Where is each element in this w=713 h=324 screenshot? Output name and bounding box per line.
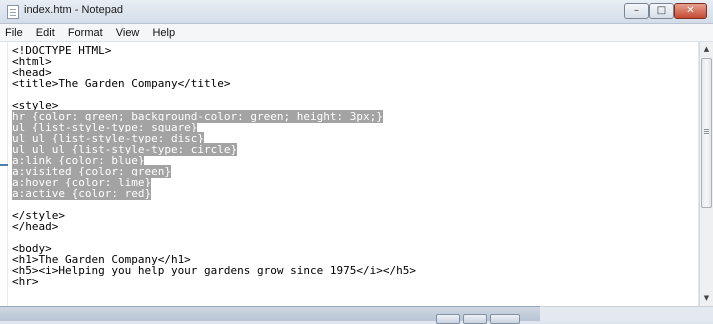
background-maximize-button[interactable] [463, 314, 487, 324]
pointer-line [0, 164, 8, 166]
notepad-window: index.htm - Notepad – □ ✕ File Edit Form… [0, 0, 713, 324]
line-text: <title>The Garden Company</title> [12, 77, 231, 90]
text-editor[interactable]: <!DOCTYPE HTML> <html> <head> <title>The Ga… [8, 42, 698, 306]
background-minimize-button[interactable] [436, 314, 460, 324]
code-line[interactable] [12, 199, 698, 210]
code-line[interactable] [12, 232, 698, 243]
scroll-thumb[interactable] [701, 58, 712, 208]
selected-text: a:active {color: red} [12, 187, 152, 200]
menu-format[interactable]: Format [63, 24, 108, 40]
window-title: index.htm - Notepad [24, 4, 124, 16]
title-bar[interactable]: index.htm - Notepad – □ ✕ [0, 0, 713, 24]
maximize-button[interactable]: □ [649, 3, 674, 19]
line-text: <hr> [12, 275, 39, 288]
vertical-scrollbar[interactable]: ▲ ▼ [699, 42, 713, 306]
code-line[interactable]: <h5><i>Helping you help your gardens gro… [12, 265, 698, 276]
menu-bar: File Edit Format View Help [0, 24, 713, 42]
left-edge [0, 42, 8, 306]
background-window-titlebar[interactable] [0, 306, 540, 324]
menu-view[interactable]: View [111, 24, 145, 40]
code-line[interactable]: </head> [12, 221, 698, 232]
scroll-up-arrow-icon[interactable]: ▲ [700, 43, 713, 56]
background-close-button[interactable] [490, 314, 520, 324]
grip-icon [704, 129, 709, 130]
code-line[interactable] [12, 89, 698, 100]
menu-help[interactable]: Help [147, 24, 180, 40]
menu-edit[interactable]: Edit [31, 24, 60, 40]
editor-content[interactable]: <!DOCTYPE HTML> <html> <head> <title>The Ga… [8, 42, 698, 287]
code-line[interactable]: </style> [12, 210, 698, 221]
code-line[interactable]: <hr> [12, 276, 698, 287]
line-text: </head> [12, 220, 59, 233]
code-line[interactable]: a:active {color: red} [12, 187, 698, 200]
line-text: <h5><i>Helping you help your gardens gro… [12, 264, 416, 277]
notepad-icon [7, 5, 19, 19]
code-line[interactable]: <html> [12, 56, 698, 67]
minimize-button[interactable]: – [624, 3, 649, 19]
status-strip [540, 306, 713, 321]
close-button[interactable]: ✕ [674, 3, 707, 19]
code-line[interactable]: <!DOCTYPE HTML> [12, 45, 698, 56]
code-line[interactable]: <title>The Garden Company</title> [12, 78, 698, 89]
scroll-down-arrow-icon[interactable]: ▼ [700, 292, 713, 305]
menu-file[interactable]: File [0, 24, 28, 40]
